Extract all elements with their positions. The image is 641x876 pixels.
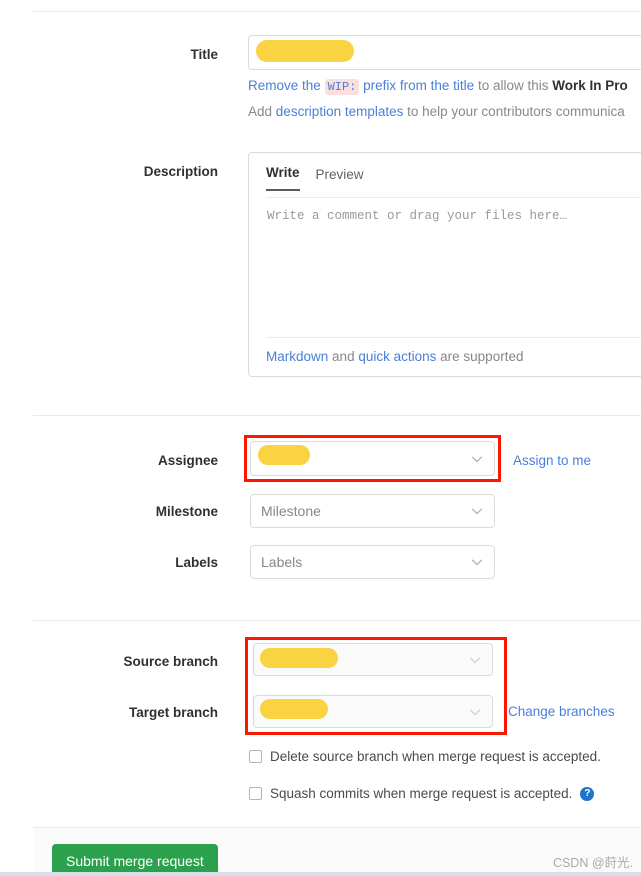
work-in-progress-text: Work In Pro <box>552 78 628 93</box>
divider-top <box>33 11 641 12</box>
editor-tab-rule <box>266 197 641 198</box>
chevron-down-icon <box>470 555 484 569</box>
title-input[interactable] <box>248 35 641 70</box>
title-helper-templates: Add description templates to help your c… <box>248 104 625 119</box>
chevron-down-icon <box>470 452 484 466</box>
tab-preview[interactable]: Preview <box>316 167 364 191</box>
description-textarea[interactable]: Write a comment or drag your files here… <box>267 209 567 223</box>
squash-commits-checkbox[interactable] <box>249 787 262 800</box>
source-branch-label: Source branch <box>123 654 218 669</box>
editor-footer-rule <box>266 337 641 338</box>
labels-select[interactable]: Labels <box>250 545 495 579</box>
help-icon[interactable]: ? <box>580 786 595 801</box>
editor-tabs: Write Preview <box>266 165 364 191</box>
labels-label: Labels <box>175 555 218 570</box>
target-branch-label: Target branch <box>128 705 218 720</box>
tab-write[interactable]: Write <box>266 165 300 191</box>
editor-footer-mid: and <box>332 349 355 364</box>
markdown-link[interactable]: Markdown <box>266 349 328 364</box>
templates-helper-suffix: to help your contributors communica <box>407 104 625 119</box>
assignee-select[interactable] <box>250 441 495 476</box>
title-helper-wip: Remove the WIP: prefix from the title to… <box>248 78 628 95</box>
milestone-select[interactable]: Milestone <box>250 494 495 528</box>
editor-footer: Markdown and quick actions are supported <box>266 349 523 364</box>
chevron-down-icon <box>470 504 484 518</box>
add-text: Add <box>248 104 273 119</box>
target-branch-select[interactable] <box>253 695 493 728</box>
quick-actions-link[interactable]: quick actions <box>358 349 436 364</box>
bottom-strip <box>0 872 641 876</box>
divider-branches <box>33 620 641 621</box>
squash-commits-label: Squash commits when merge request is acc… <box>270 786 573 801</box>
prefix-from-title-link[interactable]: prefix from the title <box>363 78 474 93</box>
remove-the-link[interactable]: Remove the <box>248 78 321 93</box>
title-label: Title <box>190 47 218 62</box>
squash-commits-row[interactable]: Squash commits when merge request is acc… <box>249 786 595 801</box>
title-helper-mid: to allow this <box>477 78 549 93</box>
source-branch-select[interactable] <box>253 643 493 676</box>
change-branches-link[interactable]: Change branches <box>508 704 615 719</box>
merge-request-form-page: Title Remove the WIP: prefix from the ti… <box>0 0 641 876</box>
delete-source-branch-checkbox[interactable] <box>249 750 262 763</box>
delete-source-branch-label: Delete source branch when merge request … <box>270 749 601 764</box>
editor-footer-suffix: are supported <box>440 349 524 364</box>
chevron-down-icon <box>468 705 482 719</box>
delete-source-branch-row[interactable]: Delete source branch when merge request … <box>249 749 601 764</box>
watermark: CSDN @莳光. <box>552 856 633 870</box>
divider-assignee <box>33 415 641 416</box>
milestone-label: Milestone <box>155 504 218 519</box>
wip-chip: WIP: <box>324 79 360 95</box>
assignee-label: Assignee <box>157 453 218 468</box>
description-label: Description <box>143 164 218 179</box>
milestone-value: Milestone <box>261 503 321 519</box>
description-editor[interactable]: Write Preview Write a comment or drag yo… <box>248 152 641 377</box>
description-templates-link[interactable]: description templates <box>276 104 404 119</box>
labels-value: Labels <box>261 554 303 570</box>
left-gutter <box>0 0 33 876</box>
assign-to-me-link[interactable]: Assign to me <box>513 453 591 468</box>
chevron-down-icon <box>468 653 482 667</box>
